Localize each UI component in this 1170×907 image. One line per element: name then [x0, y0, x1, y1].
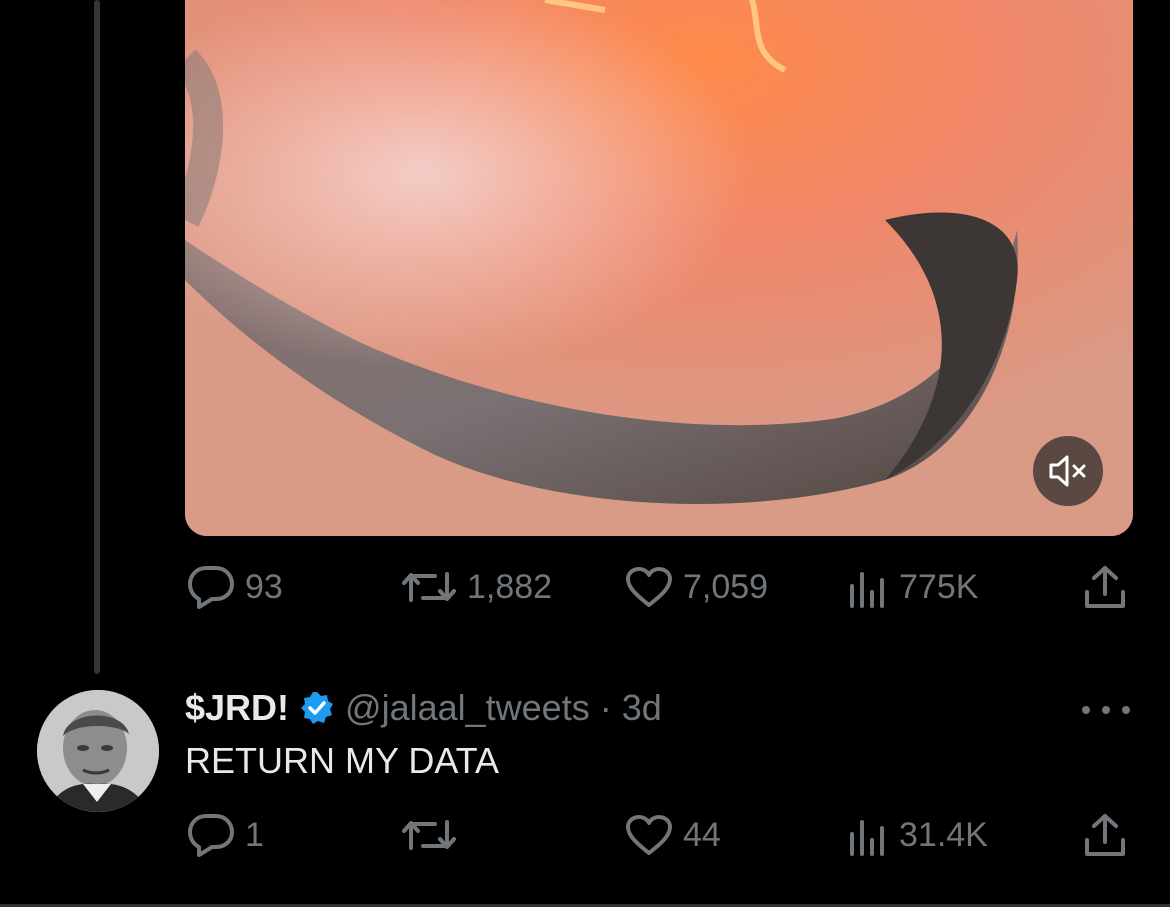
like-count: 44: [683, 815, 721, 854]
avatar-portrait: [37, 690, 159, 812]
repost-count: 1,882: [467, 567, 553, 606]
reply-bubble-icon: [188, 566, 234, 609]
repost-button[interactable]: 1,882: [401, 562, 552, 612]
views-button[interactable]: 775K: [847, 562, 978, 612]
repost-arrows-icon: [402, 572, 456, 602]
reply-count: 93: [245, 567, 283, 606]
verified-badge-icon: [301, 692, 334, 724]
reply-bubble-icon: [188, 814, 234, 857]
bar-chart-icon: [850, 572, 884, 608]
heart-icon: [626, 815, 672, 855]
main-tweet-action-bar: 93 1,882 7,059 775K: [185, 562, 1133, 612]
repost-arrows-icon: [402, 820, 456, 850]
reply-tweet-action-bar: 1 44 31.4K: [185, 810, 1133, 860]
tweet-text: RETURN MY DATA: [185, 740, 500, 781]
views-button[interactable]: 31.4K: [847, 810, 988, 860]
share-button[interactable]: [1083, 562, 1127, 612]
share-button[interactable]: [1083, 810, 1127, 860]
more-dots-icon: [1122, 706, 1130, 714]
more-dots-icon: [1082, 706, 1090, 714]
like-count: 7,059: [683, 567, 769, 606]
mute-toggle-button[interactable]: [1033, 436, 1103, 506]
speaker-muted-icon: [1049, 455, 1086, 487]
display-name[interactable]: $JRD!: [185, 687, 289, 729]
views-count: 775K: [899, 567, 979, 606]
like-button[interactable]: 7,059: [625, 562, 768, 612]
share-upload-icon: [1085, 814, 1125, 856]
more-options-button[interactable]: [1082, 698, 1130, 722]
reply-tweet[interactable]: $JRD! @jalaal_tweets · 3d RETURN MY DATA: [0, 680, 1170, 812]
tweet-video[interactable]: [185, 0, 1133, 536]
more-dots-icon: [1102, 706, 1110, 714]
views-count: 31.4K: [899, 815, 988, 854]
reply-button[interactable]: 93: [187, 562, 283, 612]
avatar[interactable]: [37, 690, 159, 812]
reply-button[interactable]: 1: [187, 810, 264, 860]
repost-button[interactable]: [401, 810, 467, 860]
timestamp[interactable]: · 3d: [600, 687, 662, 729]
heart-icon: [626, 567, 672, 607]
user-handle[interactable]: @jalaal_tweets: [345, 687, 590, 729]
video-frame: [185, 0, 1133, 536]
bar-chart-icon: [850, 820, 884, 856]
reply-header: $JRD! @jalaal_tweets · 3d: [185, 683, 662, 733]
reply-count: 1: [245, 815, 264, 854]
like-button[interactable]: 44: [625, 810, 721, 860]
share-upload-icon: [1085, 566, 1125, 608]
thread-connector-line: [94, 0, 100, 674]
